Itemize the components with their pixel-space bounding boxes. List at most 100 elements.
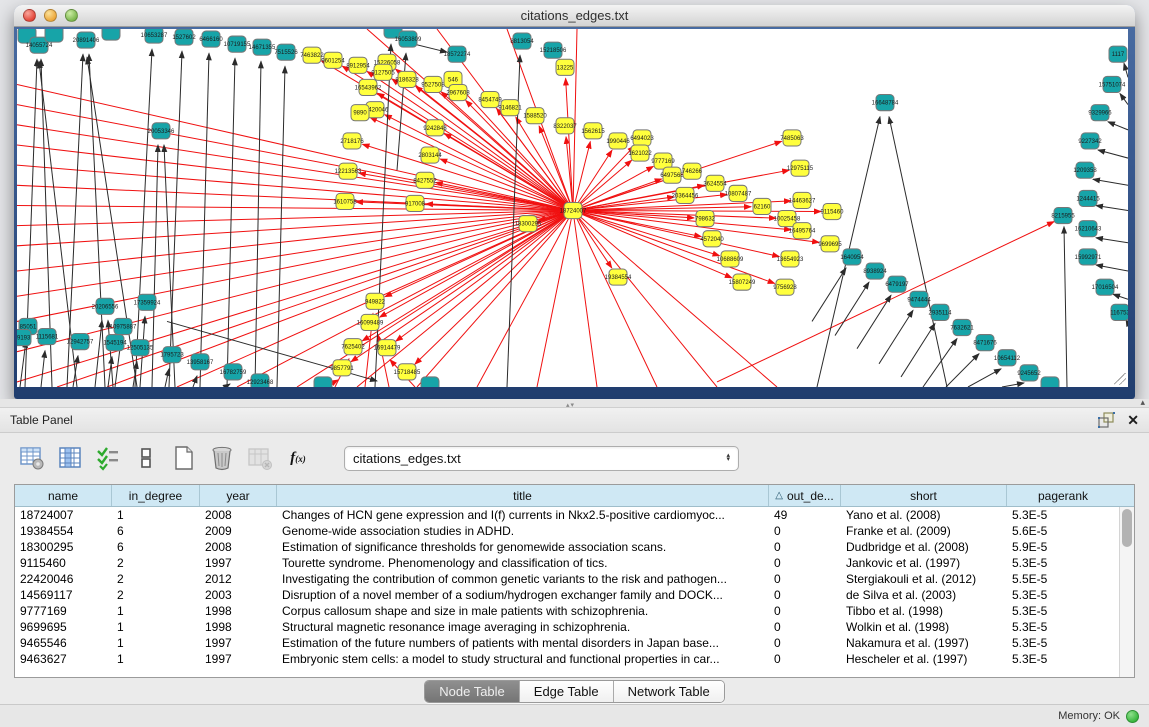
graph-node[interactable]: 9115460 — [821, 203, 845, 219]
graph-node[interactable] — [314, 377, 332, 387]
graph-node[interactable]: 1562615 — [581, 123, 605, 139]
citation-graph[interactable]: 1405572420891406106532871527602646616010… — [17, 29, 1128, 387]
cell-out_degree[interactable]: 0 — [769, 603, 841, 619]
graph-node[interactable]: 1527602 — [172, 29, 196, 45]
column-header-out_degree[interactable]: △out_de... — [769, 485, 841, 506]
graph-node[interactable]: 12505135 — [127, 340, 154, 356]
graph-node[interactable]: 16210643 — [1075, 221, 1102, 237]
cell-out_degree[interactable]: 0 — [769, 635, 841, 651]
graph-node[interactable]: 1990446 — [606, 133, 630, 149]
table-row[interactable]: 911546021997Tourette syndrome. Phenomeno… — [15, 555, 1119, 571]
float-panel-icon[interactable] — [1097, 412, 1115, 428]
table-row[interactable]: 2242004622012Investigating the contribut… — [15, 571, 1119, 587]
table-row[interactable]: 977716911998Corpus callosum shape and si… — [15, 603, 1119, 619]
cell-out_degree[interactable]: 49 — [769, 507, 841, 523]
cell-year[interactable]: 2008 — [200, 507, 277, 523]
cell-pagerank[interactable]: 5.3E-5 — [1007, 587, 1119, 603]
cell-in_degree[interactable]: 1 — [112, 603, 200, 619]
split-divider[interactable]: ▴▾ ▴ — [0, 399, 1149, 408]
graph-node[interactable]: 8427552 — [413, 172, 437, 188]
graph-node[interactable] — [1041, 377, 1059, 387]
graph-node[interactable]: 8813054 — [510, 33, 534, 49]
cell-title[interactable]: Embryonic stem cells: a model to study s… — [277, 651, 769, 667]
cell-short[interactable]: Wolkin et al. (1998) — [841, 619, 1007, 635]
cell-title[interactable]: Disruption of a novel member of a sodium… — [277, 587, 769, 603]
graph-node[interactable]: 39193 — [17, 330, 31, 346]
graph-node[interactable]: 6479197 — [885, 276, 909, 292]
new-table-icon[interactable] — [170, 444, 198, 472]
cell-in_degree[interactable]: 2 — [112, 555, 200, 571]
cell-name[interactable]: 9465546 — [15, 635, 112, 651]
graph-node[interactable]: 6466160 — [199, 31, 223, 47]
cell-name[interactable]: 18300295 — [15, 539, 112, 555]
graph-node[interactable]: 8912954 — [346, 57, 370, 73]
graph-node[interactable]: 10688609 — [717, 251, 744, 267]
cell-title[interactable]: Changes of HCN gene expression and I(f) … — [277, 507, 769, 523]
cell-year[interactable]: 2008 — [200, 539, 277, 555]
graph-node[interactable]: 20206556 — [92, 298, 119, 314]
close-panel-icon[interactable]: ✕ — [1127, 413, 1139, 427]
graph-node[interactable]: 1610758 — [333, 193, 357, 209]
graph-node[interactable]: 15718485 — [394, 364, 421, 380]
graph-node[interactable]: 1795723 — [160, 347, 184, 363]
table-row[interactable]: 946554611997Estimation of the future num… — [15, 635, 1119, 651]
cell-in_degree[interactable]: 1 — [112, 651, 200, 667]
graph-node[interactable]: 9227342 — [1078, 133, 1102, 149]
graph-node[interactable]: 2718176 — [340, 133, 364, 149]
cell-pagerank[interactable]: 5.3E-5 — [1007, 635, 1119, 651]
graph-node[interactable]: 116753 — [1110, 304, 1128, 320]
cell-pagerank[interactable]: 5.5E-5 — [1007, 571, 1119, 587]
table-settings-icon[interactable] — [18, 444, 46, 472]
graph-node[interactable]: 2803144 — [418, 147, 442, 163]
cell-year[interactable]: 1998 — [200, 619, 277, 635]
cell-short[interactable]: Hescheler et al. (1997) — [841, 651, 1007, 667]
cell-year[interactable]: 1997 — [200, 651, 277, 667]
cell-name[interactable]: 18724007 — [15, 507, 112, 523]
graph-node[interactable]: 1244415 — [1076, 190, 1100, 206]
graph-node[interactable]: 10807487 — [725, 185, 752, 201]
graph-node[interactable]: 8471676 — [973, 335, 997, 351]
cell-in_degree[interactable]: 1 — [112, 507, 200, 523]
graph-node[interactable]: 9127505 — [371, 64, 395, 80]
cell-short[interactable]: de Silva et al. (2003) — [841, 587, 1007, 603]
graph-node[interactable]: 9245652 — [1017, 365, 1041, 381]
column-header-name[interactable]: name — [15, 485, 112, 506]
graph-node[interactable]: 18572274 — [444, 46, 471, 62]
graph-node[interactable]: 62160 — [753, 198, 771, 214]
cell-pagerank[interactable]: 5.3E-5 — [1007, 651, 1119, 667]
delete-table-icon[interactable] — [246, 444, 274, 472]
cell-name[interactable]: 9777169 — [15, 603, 112, 619]
cell-title[interactable]: Structural magnetic resonance image aver… — [277, 619, 769, 635]
tab-network-table[interactable]: Network Table — [614, 681, 724, 702]
graph-node[interactable]: 20053346 — [148, 123, 175, 139]
show-column-icon[interactable] — [56, 444, 84, 472]
table-row[interactable]: 969969511998Structural magnetic resonanc… — [15, 619, 1119, 635]
cell-title[interactable]: Tourette syndrome. Phenomenology and cla… — [277, 555, 769, 571]
cell-in_degree[interactable]: 2 — [112, 571, 200, 587]
graph-node[interactable]: 13225 — [556, 59, 574, 75]
graph-node[interactable]: 16648784 — [872, 95, 899, 111]
cell-short[interactable]: Tibbo et al. (1998) — [841, 603, 1007, 619]
column-header-short[interactable]: short — [841, 485, 1007, 506]
graph-node[interactable]: 8322037 — [553, 118, 577, 134]
table-scrollbar[interactable] — [1119, 507, 1134, 677]
window-titlebar[interactable]: citations_edges.txt — [14, 5, 1135, 27]
cell-title[interactable]: Genome-wide association studies in ADHD. — [277, 523, 769, 539]
graph-node[interactable] — [45, 29, 63, 42]
cell-pagerank[interactable]: 5.3E-5 — [1007, 555, 1119, 571]
graph-node[interactable]: 746266 — [682, 163, 703, 179]
graph-node[interactable]: 1115681 — [36, 329, 59, 345]
graph-node[interactable]: 12975115 — [787, 160, 814, 176]
graph-node[interactable]: 1117 — [1109, 46, 1127, 62]
cell-out_degree[interactable]: 0 — [769, 619, 841, 635]
cell-name[interactable]: 9115460 — [15, 555, 112, 571]
graph-node[interactable]: 8186328 — [395, 71, 419, 87]
graph-node[interactable]: 15751074 — [1099, 76, 1126, 92]
graph-node[interactable]: 14463627 — [789, 192, 816, 208]
tab-node-table[interactable]: Node Table — [425, 681, 520, 702]
graph-node[interactable]: 16914479 — [374, 340, 401, 356]
table-row[interactable]: 1830029562008Estimation of significance … — [15, 539, 1119, 555]
graph-node[interactable]: 7625402 — [341, 339, 365, 355]
graph-node[interactable]: 3624554 — [703, 175, 727, 191]
canvas-resize-grip[interactable] — [1114, 373, 1126, 385]
